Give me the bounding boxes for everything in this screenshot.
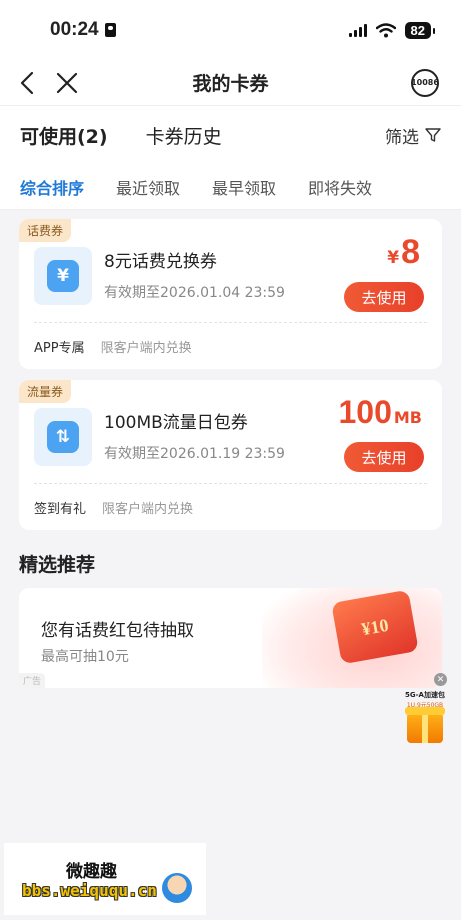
filter-button[interactable]: 筛选 [385,123,441,148]
back-icon[interactable] [20,71,34,95]
coupon-divider [34,483,427,484]
coupon-expiry: 有效期至2026.01.04 23:59 [104,285,285,301]
coupon-divider [34,322,427,323]
ad-label: 广告 [19,673,46,688]
customer-service-label: 10086 [411,78,439,87]
sort-comprehensive[interactable]: 综合排序 [20,175,84,199]
floating-promo-badge[interactable]: 5G-A加速包 1U.9元50GB [403,690,447,743]
nav-bar: 我的卡券 10086 [0,60,461,106]
coupon-footer: 签到有礼 限客户端内兑换 [34,498,193,517]
close-icon[interactable] [56,72,78,94]
watermark-url: bbs.weiququ.cn [22,881,157,900]
battery-indicator: 82 [404,21,436,39]
gift-box-icon [405,707,445,743]
tab-available[interactable]: 可使用(2) [20,122,108,149]
coupon-source-label: 签到有礼 [34,502,87,517]
funnel-icon [425,128,441,142]
filter-label: 筛选 [385,127,419,148]
wifi-icon [375,22,396,37]
status-time: 00:24 [50,19,116,41]
coupon-name: 100MB流量日包券 [104,413,248,433]
coupon-usage-note: 限客户端内兑换 [102,502,194,517]
coupon-source-label: APP专属 [34,341,85,356]
tab-history[interactable]: 卡券历史 [146,122,222,149]
coupon-footer: APP专属 限客户端内兑换 [34,337,192,356]
sort-bar: 综合排序 最近领取 最早领取 即将失效 [0,164,461,210]
system-icons: 82 [348,21,436,39]
coupon-card: 话费券 ¥ 8元话费兑换券 有效期至2026.01.04 23:59 ¥ 8 去… [19,219,442,369]
use-coupon-button[interactable]: 去使用 [344,442,424,472]
coupon-price-unit: MB [393,408,422,427]
watermark: 微趣趣 bbs.weiququ.cn [4,843,206,915]
red-envelope-icon: ¥10 [331,589,419,665]
coupon-price-value: 8 [401,233,420,271]
float-badge-line1: 5G-A加速包 [405,691,445,699]
promo-subtitle: 最高可抽10元 [41,649,129,665]
coupon-price-value: 100 [338,394,392,430]
sort-earliest[interactable]: 最早领取 [212,175,276,199]
coupon-price-prefix: ¥ [387,248,400,268]
promo-banner[interactable]: ¥10 您有话费红包待抽取 最高可抽10元 广告 [19,588,442,688]
coupon-icon-box: ⇅ [34,408,92,466]
yuan-icon: ¥ [47,260,79,292]
promo-title: 您有话费红包待抽取 [41,621,194,641]
coupon-icon-box: ¥ [34,247,92,305]
data-transfer-icon: ⇅ [47,421,79,453]
mascot-icon [162,873,192,903]
coupon-card: 流量券 ⇅ 100MB流量日包券 有效期至2026.01.19 23:59 10… [19,380,442,530]
status-bar: 00:24 82 [0,0,461,60]
coupon-expiry: 有效期至2026.01.19 23:59 [104,446,285,462]
sort-recent[interactable]: 最近领取 [116,175,180,199]
coupon-tag: 话费券 [19,219,72,242]
tab-bar: 可使用(2) 卡券历史 筛选 [0,106,461,164]
coupon-price: 100 MB [336,394,422,431]
coupon-usage-note: 限客户端内兑换 [100,341,192,356]
sort-expiring[interactable]: 即将失效 [308,175,372,199]
coupon-name: 8元话费兑换券 [104,252,217,272]
coupon-tag: 流量券 [19,380,72,403]
section-title-recommend: 精选推荐 [19,554,96,576]
use-coupon-button[interactable]: 去使用 [344,282,424,312]
float-close-icon[interactable]: ✕ [434,673,447,686]
promo-art: ¥10 [262,588,442,688]
customer-service-icon[interactable]: 10086 [411,68,439,97]
status-time-text: 00:24 [50,19,99,40]
watermark-title: 微趣趣 [66,862,117,882]
id-card-icon [104,23,116,37]
coupon-price: ¥ 8 [387,233,422,272]
cellular-signal-icon [348,23,367,37]
promo-art-text: ¥10 [359,614,390,639]
